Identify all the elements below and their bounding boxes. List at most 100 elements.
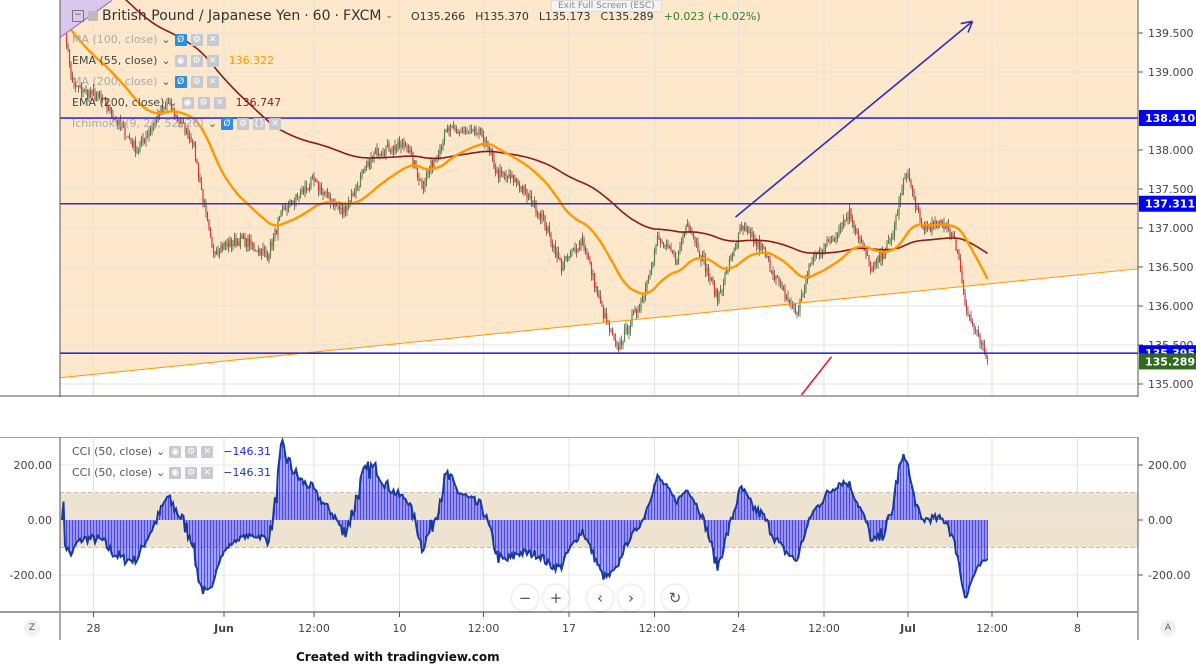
candle-body	[536, 213, 539, 215]
close-icon[interactable]: ✕	[201, 466, 214, 479]
gear-icon[interactable]: ⚙	[197, 96, 210, 109]
close-icon[interactable]: ✕	[269, 117, 282, 130]
indicator-legend[interactable]: MA (200, close) ⌄ Ø ⚙ ✕	[72, 75, 229, 88]
zoom-out-button[interactable]: −	[512, 585, 538, 611]
candle-body	[673, 252, 675, 254]
reset-chart-button[interactable]: ↻	[662, 585, 688, 611]
candle-body	[445, 130, 447, 133]
candle-body	[577, 250, 579, 252]
gear-icon[interactable]: ⚙	[190, 75, 203, 88]
candle-body	[745, 227, 747, 230]
source-code-icon[interactable]: {}	[253, 117, 266, 130]
candle-body	[964, 292, 966, 305]
visibility-icon[interactable]: ◉	[169, 445, 182, 458]
candle-body	[664, 245, 666, 247]
candle-body	[676, 261, 678, 264]
cci-legend[interactable]: CCI (50, close) ⌄ ◉ ⚙ ✕ −146.31	[72, 466, 271, 479]
indicator-label[interactable]: EMA (55, close)	[72, 54, 157, 67]
gear-icon[interactable]: ⚙	[190, 33, 203, 46]
candle-body	[127, 136, 129, 138]
indicator-legend[interactable]: MA (100, close) ⌄ Ø ⚙ ✕	[72, 33, 229, 46]
scroll-forward-button[interactable]: ›	[618, 585, 644, 611]
candle-body	[394, 145, 396, 150]
price-tick-label: 137.000	[1148, 222, 1194, 235]
close-icon[interactable]: ✕	[201, 445, 214, 458]
indicator-label[interactable]: EMA (200, close)	[72, 96, 164, 109]
gear-icon[interactable]: ⚙	[185, 466, 198, 479]
cci-label[interactable]: CCI (50, close)	[72, 466, 152, 479]
candle-body	[268, 255, 270, 261]
indicator-legend[interactable]: EMA (200, close) ⌄ ◉ ⚙ ✕ 136.747	[72, 96, 281, 109]
close-icon[interactable]: ✕	[206, 54, 219, 67]
price-tick-label: 136.000	[1148, 300, 1194, 313]
candle-body	[707, 267, 710, 277]
gear-icon[interactable]: ⚙	[237, 117, 250, 130]
close-icon[interactable]: ✕	[206, 33, 219, 46]
candle-body	[553, 246, 555, 248]
indicator-label[interactable]: MA (100, close)	[72, 33, 157, 46]
candle-body	[130, 139, 132, 143]
candle-body	[892, 235, 894, 240]
indicator-legend[interactable]: EMA (55, close) ⌄ ◉ ⚙ ✕ 136.322	[72, 54, 274, 67]
candle-body	[875, 261, 878, 263]
timezone-button[interactable]: Z	[24, 620, 40, 636]
close-icon[interactable]: ✕	[213, 96, 226, 109]
candle-body	[149, 129, 152, 133]
candle-body	[919, 211, 921, 219]
time-tick-label: 12:00	[808, 622, 840, 635]
candle-body	[797, 311, 800, 314]
cci-value: −146.31	[223, 466, 271, 479]
chevron-down-icon[interactable]: ⌄	[168, 96, 177, 109]
candle-body	[721, 290, 723, 291]
visibility-icon[interactable]: Ø	[174, 33, 187, 46]
chevron-down-icon[interactable]: ⌄	[161, 75, 170, 88]
chevron-down-icon[interactable]: ⌄	[161, 54, 170, 67]
indicator-label[interactable]: MA (200, close)	[72, 75, 157, 88]
gear-icon[interactable]: ⚙	[190, 54, 203, 67]
chevron-down-icon[interactable]: ⌄	[161, 33, 170, 46]
candle-body	[410, 149, 413, 153]
candle-body	[343, 206, 345, 214]
visibility-icon[interactable]: Ø	[174, 75, 187, 88]
visibility-icon[interactable]: ◉	[169, 466, 182, 479]
candle-body	[385, 147, 387, 155]
chevron-down-icon[interactable]: ⌄	[208, 117, 217, 130]
candle-body	[458, 132, 461, 134]
interval[interactable]: 60	[313, 8, 331, 24]
candle-body	[145, 136, 147, 142]
visibility-icon[interactable]: ◉	[181, 96, 194, 109]
candle-body	[275, 229, 278, 235]
candle-body	[668, 246, 671, 248]
zoom-in-button[interactable]: +	[543, 585, 569, 611]
chevron-down-icon[interactable]: ⌄	[156, 445, 165, 458]
scroll-back-button[interactable]: ‹	[587, 585, 613, 611]
candle-body	[767, 255, 770, 259]
candle-body	[523, 187, 525, 193]
candle-body	[400, 144, 402, 148]
close-icon[interactable]: ✕	[206, 75, 219, 88]
candle-body	[272, 236, 275, 247]
candle-body	[851, 218, 854, 223]
candle-body	[443, 132, 446, 144]
candle-body	[842, 220, 845, 229]
visibility-icon[interactable]: Ø	[221, 117, 234, 130]
candle-body	[442, 143, 444, 148]
gear-icon[interactable]: ⚙	[185, 445, 198, 458]
auto-scale-button[interactable]: A	[1160, 620, 1176, 636]
candle-body	[472, 129, 474, 130]
cci-label[interactable]: CCI (50, close)	[72, 445, 152, 458]
chevron-down-icon[interactable]: ⌄	[385, 11, 393, 21]
candle-body	[659, 238, 662, 243]
indicator-label[interactable]: Ichimoku (9, 26, 52, 26)	[72, 117, 204, 130]
symbol-name[interactable]: British Pound / Japanese Yen	[102, 8, 300, 24]
cci-legend[interactable]: CCI (50, close) ⌄ ◉ ⚙ ✕ −146.31	[72, 445, 271, 458]
candle-body	[694, 237, 696, 243]
indicator-legend[interactable]: Ichimoku (9, 26, 52, 26) ⌄ Ø ⚙{} ✕	[72, 117, 291, 130]
candle-body	[857, 232, 860, 240]
collapse-icon[interactable]: −	[72, 10, 84, 22]
candle-body	[605, 313, 608, 322]
visibility-icon[interactable]: ◉	[174, 54, 187, 67]
chevron-down-icon[interactable]: ⌄	[156, 466, 165, 479]
candle-body	[826, 240, 828, 245]
candle-body	[259, 249, 261, 256]
